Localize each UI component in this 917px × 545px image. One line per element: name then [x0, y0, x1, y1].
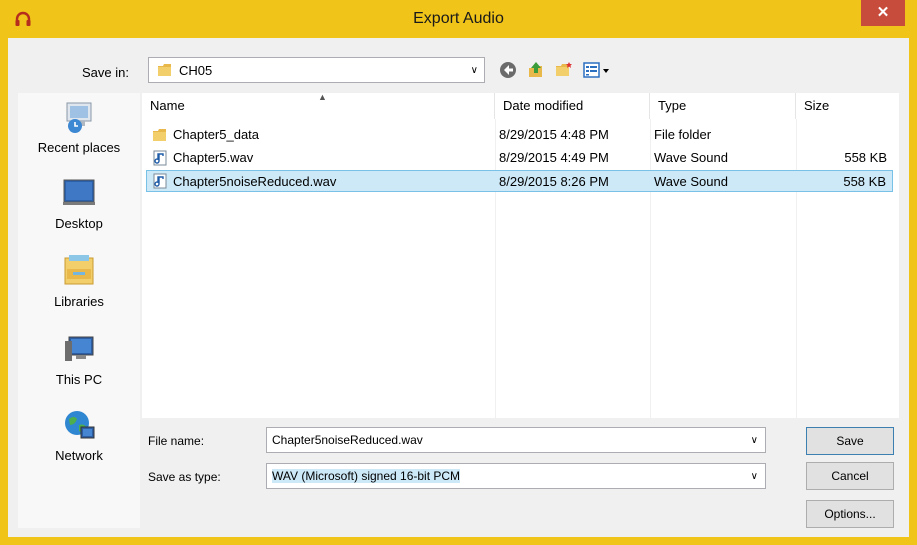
column-header-date[interactable]: Date modified [495, 93, 650, 119]
file-row-selected[interactable]: Chapter5noiseReduced.wav 8/29/2015 8:26 … [146, 170, 893, 192]
view-menu-icon[interactable] [582, 60, 612, 80]
file-list[interactable]: Name ▲ Date modified Type Size Chapter5_… [142, 92, 899, 418]
file-date: 8/29/2015 8:26 PM [499, 174, 609, 189]
file-name: Chapter5_data [173, 127, 260, 142]
export-audio-dialog: Export Audio ✕ Save in: CH05 ∨ Recent pl… [0, 0, 917, 545]
network-globe-icon [65, 411, 95, 439]
place-label: Network [55, 448, 103, 463]
save-as-type-value: WAV (Microsoft) signed 16-bit PCM [272, 469, 461, 483]
options-button[interactable]: Options... [806, 500, 894, 528]
dialog-body: Save in: CH05 ∨ Recent places Desktop Li… [8, 38, 909, 537]
cancel-button[interactable]: Cancel [806, 462, 894, 490]
libraries-icon [64, 255, 94, 285]
recent-places-icon [66, 102, 92, 133]
title-bar[interactable]: Export Audio ✕ [0, 0, 917, 38]
file-type: Wave Sound [654, 174, 728, 189]
chevron-down-icon: ∨ [750, 471, 758, 482]
audio-file-icon [153, 150, 167, 166]
file-date: 8/29/2015 4:49 PM [499, 150, 609, 165]
audio-file-icon [153, 173, 167, 189]
chevron-down-icon[interactable]: ∨ [751, 435, 758, 446]
chevron-down-icon: ∨ [470, 65, 478, 76]
place-libraries[interactable]: Libraries [18, 253, 140, 309]
place-label: Libraries [54, 294, 104, 309]
save-in-value: CH05 [179, 63, 213, 78]
new-folder-icon[interactable] [554, 60, 574, 80]
close-button[interactable]: ✕ [861, 0, 905, 26]
save-in-dropdown[interactable]: CH05 ∨ [148, 57, 485, 83]
file-date: 8/29/2015 4:48 PM [499, 127, 609, 142]
file-type: Wave Sound [654, 150, 728, 165]
file-name: Chapter5.wav [173, 150, 254, 165]
window-title: Export Audio [413, 10, 504, 27]
file-size: 558 KB [844, 150, 887, 165]
column-header-name[interactable]: Name ▲ [142, 92, 495, 119]
places-bar: Recent places Desktop Libraries This PC … [18, 93, 140, 528]
file-name-label: File name: [148, 434, 205, 448]
sort-ascending-icon: ▲ [318, 92, 327, 102]
folder-icon [153, 129, 166, 141]
up-folder-icon[interactable] [526, 60, 546, 80]
column-header-type[interactable]: Type [650, 93, 796, 119]
file-name: Chapter5noiseReduced.wav [173, 174, 337, 189]
place-label: This PC [55, 372, 103, 387]
file-row[interactable]: Chapter5.wav 8/29/2015 4:49 PM Wave Soun… [146, 147, 893, 169]
save-as-type-label: Save as type: [148, 470, 221, 484]
save-as-type-dropdown[interactable]: WAV (Microsoft) signed 16-bit PCM ∨ [266, 463, 766, 489]
place-this-pc[interactable]: This PC [18, 331, 140, 387]
file-name-value: Chapter5noiseReduced.wav [272, 433, 423, 447]
back-icon[interactable] [498, 60, 518, 80]
file-size: 558 KB [843, 174, 886, 189]
place-network[interactable]: Network [18, 407, 140, 463]
desktop-icon [63, 179, 95, 205]
folder-icon [158, 64, 171, 76]
computer-icon [65, 336, 94, 361]
file-type: File folder [654, 127, 712, 142]
save-button[interactable]: Save [806, 427, 894, 455]
place-label: Recent places [37, 140, 121, 155]
save-in-label: Save in: [82, 65, 129, 80]
column-header-size[interactable]: Size [796, 93, 899, 119]
place-desktop[interactable]: Desktop [18, 175, 140, 231]
file-name-input[interactable]: Chapter5noiseReduced.wav ∨ [266, 427, 766, 453]
file-row[interactable]: Chapter5_data 8/29/2015 4:48 PM File fol… [146, 124, 893, 146]
place-recent-places[interactable]: Recent places [18, 99, 140, 155]
place-label: Desktop [55, 216, 103, 231]
